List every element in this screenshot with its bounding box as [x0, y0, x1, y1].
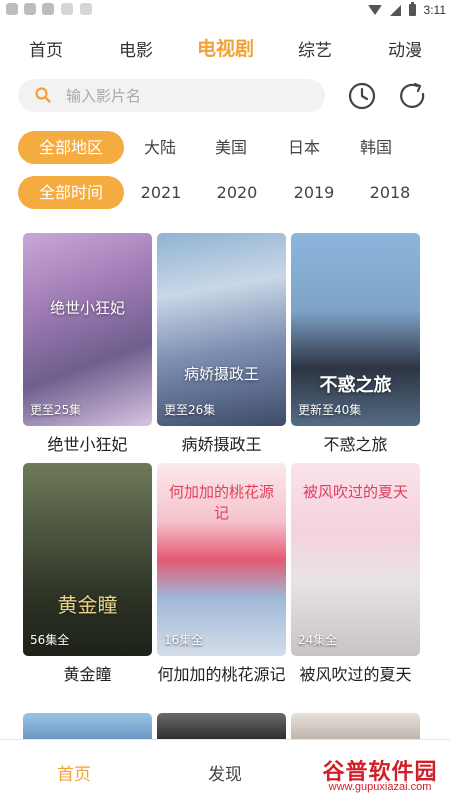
- poster-image[interactable]: [291, 713, 420, 739]
- search-input[interactable]: [66, 79, 316, 112]
- filter-region-korea[interactable]: 韩国: [352, 131, 400, 164]
- tab-variety[interactable]: 综艺: [298, 36, 332, 61]
- poster-image[interactable]: 病娇摄政王 更至26集: [157, 233, 286, 426]
- poster-image[interactable]: 不惑之旅 更新至40集: [291, 233, 420, 426]
- show-title[interactable]: 不惑之旅: [285, 433, 426, 457]
- poster-title: 被风吹过的夏天: [302, 483, 408, 501]
- tab-anime[interactable]: 动漫: [388, 36, 422, 61]
- notification-icon: [42, 3, 54, 15]
- category-tabs: 首页 电影 电视剧 综艺 动漫: [0, 28, 450, 68]
- watermark-url: www.gupuxiazai.com: [328, 781, 432, 793]
- poster-image[interactable]: [23, 713, 152, 739]
- episode-badge: 更至25集: [30, 403, 82, 417]
- filter-year-2019[interactable]: 2019: [289, 176, 339, 209]
- poster-image[interactable]: 被风吹过的夏天 24集全: [291, 463, 420, 656]
- region-filter: 全部地区 大陆 美国 日本 韩国: [0, 131, 450, 165]
- episode-badge: 更至26集: [164, 403, 216, 417]
- tab-movies[interactable]: 电影: [119, 36, 153, 61]
- battery-icon: [408, 2, 416, 16]
- image-icon: [61, 3, 73, 15]
- filter-year-2018[interactable]: 2018: [365, 176, 415, 209]
- poster-image[interactable]: 黄金瞳 56集全: [23, 463, 152, 656]
- filter-year-2021[interactable]: 2021: [136, 176, 186, 209]
- font-icon: [80, 3, 92, 15]
- notification-icon: [24, 3, 36, 15]
- poster-title: 不惑之旅: [319, 375, 392, 396]
- poster-title: 何加加的桃花源记: [168, 483, 274, 522]
- poster-image[interactable]: [157, 713, 286, 739]
- show-title[interactable]: 何加加的桃花源记: [151, 663, 292, 687]
- poster-title: 病娇摄政王: [183, 365, 259, 383]
- poster-title: 绝世小狂妃: [49, 299, 125, 317]
- filter-region-mainland[interactable]: 大陆: [136, 131, 184, 164]
- episode-badge: 24集全: [298, 633, 338, 647]
- search-icon: [35, 87, 51, 103]
- episode-badge: 更新至40集: [298, 403, 362, 417]
- show-title[interactable]: 病娇摄政王: [151, 433, 292, 457]
- notification-icon: [6, 3, 18, 15]
- wifi-icon: [367, 5, 382, 15]
- poster-image[interactable]: 绝世小狂妃 更至25集: [23, 233, 152, 426]
- signal-icon: [389, 4, 401, 16]
- watermark: 谷普软件园 www.gupuxiazai.com: [312, 754, 448, 798]
- nav-home[interactable]: 首页: [57, 760, 91, 785]
- filter-region-usa[interactable]: 美国: [207, 131, 255, 164]
- episode-badge: 56集全: [30, 633, 70, 647]
- episode-badge: 16集全: [164, 633, 204, 647]
- show-title[interactable]: 黄金瞳: [17, 663, 158, 687]
- filter-year-2020[interactable]: 2020: [212, 176, 262, 209]
- show-title[interactable]: 绝世小狂妃: [17, 433, 158, 457]
- status-bar: 3:11: [0, 0, 450, 20]
- tab-home[interactable]: 首页: [29, 36, 63, 61]
- year-filter: 全部时间 2021 2020 2019 2018: [0, 176, 450, 210]
- poster-title: 黄金瞳: [57, 593, 118, 617]
- history-icon[interactable]: [347, 81, 377, 111]
- show-title[interactable]: 被风吹过的夏天: [285, 663, 426, 687]
- tab-tv-series[interactable]: 电视剧: [197, 34, 254, 61]
- filter-region-japan[interactable]: 日本: [280, 131, 328, 164]
- filter-year-all[interactable]: 全部时间: [18, 176, 124, 209]
- search-bar[interactable]: [18, 79, 325, 112]
- poster-image[interactable]: 何加加的桃花源记 16集全: [157, 463, 286, 656]
- nav-discover[interactable]: 发现: [208, 760, 242, 785]
- refresh-icon[interactable]: [398, 81, 428, 111]
- clock: 3:11: [423, 3, 446, 17]
- filter-region-all[interactable]: 全部地区: [18, 131, 124, 164]
